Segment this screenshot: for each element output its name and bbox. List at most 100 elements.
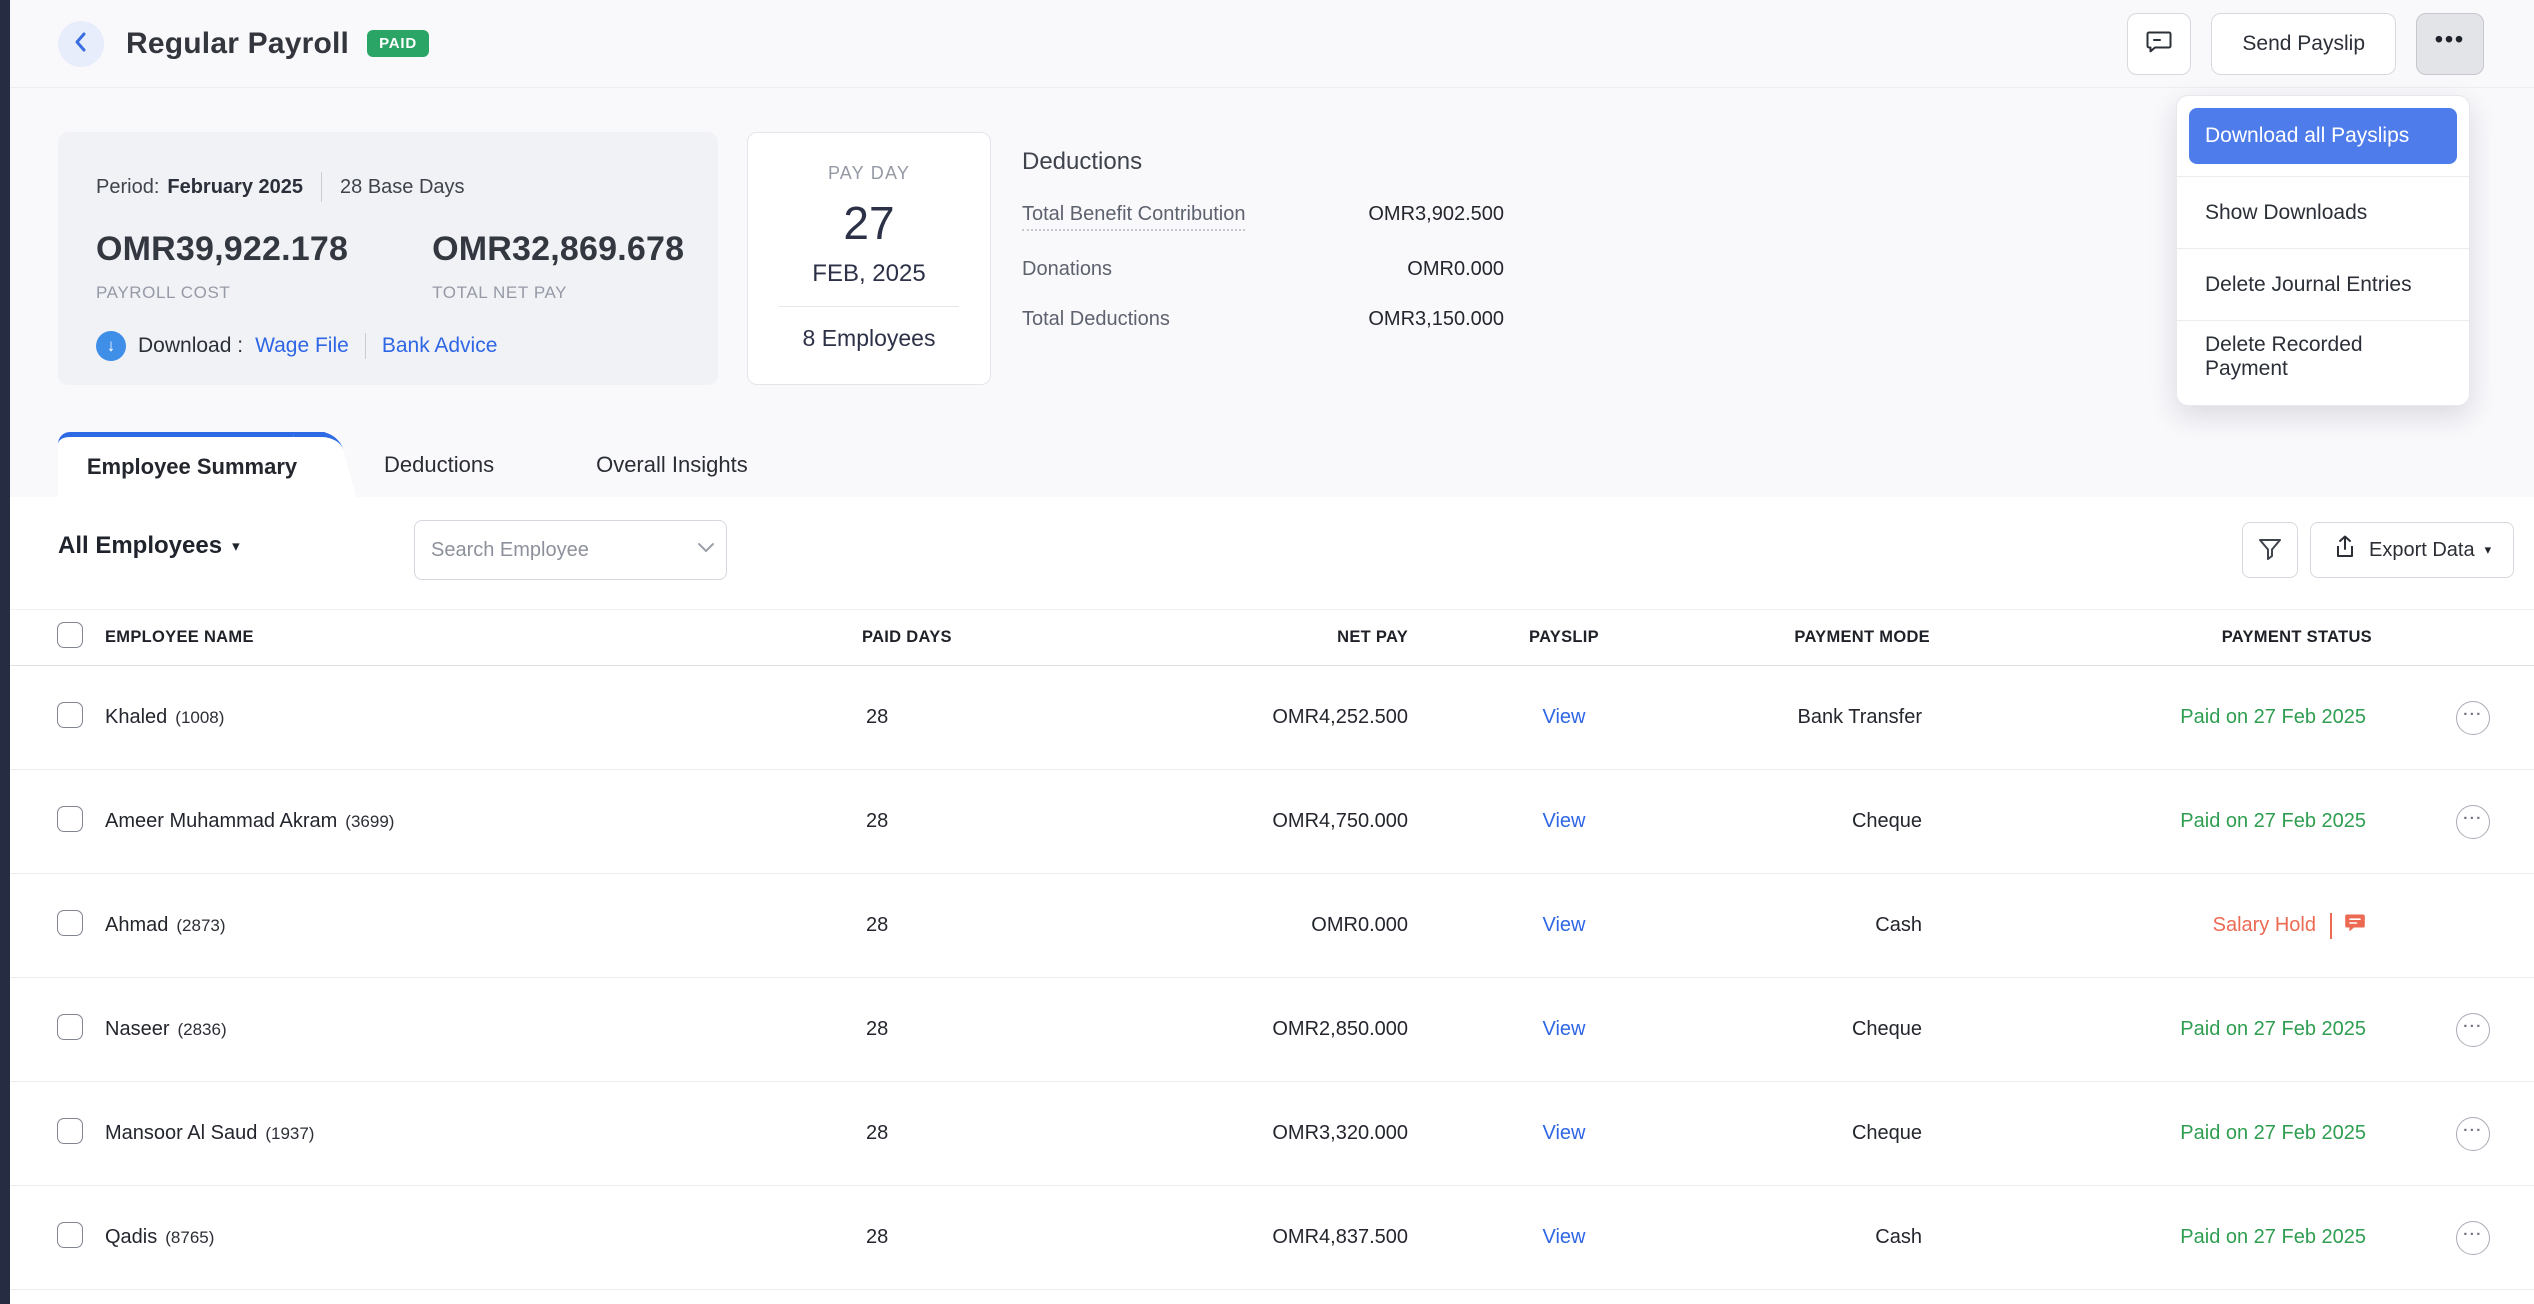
row-checkbox[interactable] xyxy=(57,1222,83,1248)
tab-overall-insights[interactable]: Overall Insights xyxy=(552,432,792,497)
period-row: Period: February 2025 28 Base Days xyxy=(96,172,680,202)
row-checkbox[interactable] xyxy=(57,1118,83,1144)
row-checkbox[interactable] xyxy=(57,1014,83,1040)
payday-label: PAY DAY xyxy=(828,163,910,184)
deduction-value: OMR0.000 xyxy=(1407,258,1504,281)
total-net-pay-value: OMR32,869.678 xyxy=(432,230,684,269)
payment-mode: Cheque xyxy=(1702,1122,1930,1145)
row-more-button[interactable]: ··· xyxy=(2456,1221,2490,1255)
paid-days: 28 xyxy=(862,1122,1010,1145)
filter-button[interactable] xyxy=(2242,522,2298,578)
comment-bubble-icon xyxy=(2145,27,2173,61)
net-pay: OMR3,320.000 xyxy=(1010,1122,1408,1145)
total-net-pay-label: TOTAL NET PAY xyxy=(432,283,684,303)
payroll-page: Regular Payroll PAID Send Payslip ••• Do… xyxy=(0,0,2534,1304)
table-toolbar: All Employees ▾ Export Data ▾ xyxy=(10,520,2534,580)
col-payment-mode: PAYMENT MODE xyxy=(1702,628,1930,647)
net-pay: OMR2,850.000 xyxy=(1010,1018,1408,1041)
send-payslip-button[interactable]: Send Payslip xyxy=(2211,13,2396,75)
employee-id: (3699) xyxy=(345,812,394,832)
search-input[interactable] xyxy=(431,539,696,562)
hold-comment-icon[interactable] xyxy=(2344,912,2366,940)
employee-count: 8 Employees xyxy=(803,325,936,352)
deduction-label: Total Benefit Contribution xyxy=(1022,203,1245,231)
base-days: 28 Base Days xyxy=(340,176,465,199)
employee-filter-dropdown[interactable]: All Employees ▾ xyxy=(58,532,240,560)
more-actions-menu: Download all Payslips Show Downloads Del… xyxy=(2176,95,2470,406)
row-more-button[interactable]: ··· xyxy=(2456,805,2490,839)
payday-day: 27 xyxy=(843,196,894,250)
page-title: Regular Payroll xyxy=(126,27,349,61)
net-pay: OMR4,252.500 xyxy=(1010,706,1408,729)
col-payslip: PAYSLIP xyxy=(1408,628,1702,647)
employee-name: Ahmad xyxy=(105,914,168,937)
divider xyxy=(321,172,322,202)
caret-down-icon: ▾ xyxy=(2485,542,2492,558)
period-value: February 2025 xyxy=(167,176,303,199)
table-header-row: EMPLOYEE NAME PAID DAYS NET PAY PAYSLIP … xyxy=(10,609,2534,666)
menu-item-show-downloads[interactable]: Show Downloads xyxy=(2177,177,2469,249)
view-payslip-link[interactable]: View xyxy=(1543,914,1586,936)
view-payslip-link[interactable]: View xyxy=(1543,810,1586,832)
ellipsis-icon: ··· xyxy=(2463,1226,2483,1243)
divider xyxy=(2330,913,2332,939)
employee-name: Ameer Muhammad Akram xyxy=(105,810,337,833)
payment-mode: Cheque xyxy=(1702,810,1930,833)
divider xyxy=(365,333,366,359)
paid-days: 28 xyxy=(862,1226,1010,1249)
row-checkbox[interactable] xyxy=(57,806,83,832)
tab-content: All Employees ▾ Export Data ▾ xyxy=(10,497,2534,1304)
payment-status-hold: Salary Hold xyxy=(2213,912,2366,940)
deduction-label: Total Deductions xyxy=(1022,308,1170,331)
paid-days: 28 xyxy=(862,706,1010,729)
tab-employee-summary[interactable]: Employee Summary xyxy=(58,432,326,497)
ellipsis-icon: ··· xyxy=(2463,706,2483,723)
wage-file-link[interactable]: Wage File xyxy=(255,334,349,358)
payroll-cost-label: PAYROLL COST xyxy=(96,283,348,303)
export-data-button[interactable]: Export Data ▾ xyxy=(2310,522,2514,578)
row-more-button[interactable]: ··· xyxy=(2456,701,2490,735)
view-payslip-link[interactable]: View xyxy=(1543,1226,1586,1248)
deductions-title: Deductions xyxy=(1022,148,1504,176)
payment-status: Paid on 27 Feb 2025 xyxy=(2180,1018,2366,1041)
table-row: Naseer(2836) 28 OMR2,850.000 View Cheque… xyxy=(10,978,2534,1082)
bank-advice-link[interactable]: Bank Advice xyxy=(382,334,498,358)
row-more-button[interactable]: ··· xyxy=(2456,1117,2490,1151)
tab-deductions[interactable]: Deductions xyxy=(340,432,538,497)
employee-table: EMPLOYEE NAME PAID DAYS NET PAY PAYSLIP … xyxy=(10,609,2534,1290)
menu-item-delete-journal-entries[interactable]: Delete Journal Entries xyxy=(2177,249,2469,321)
download-label: Download : xyxy=(138,334,243,358)
row-more-button[interactable]: ··· xyxy=(2456,1013,2490,1047)
payday-card: PAY DAY 27 FEB, 2025 8 Employees xyxy=(747,132,991,385)
employee-search-select[interactable] xyxy=(414,520,727,580)
chevron-down-icon xyxy=(696,541,716,559)
table-row: Ahmad(2873) 28 OMR0.000 View Cash Salary… xyxy=(10,874,2534,978)
ellipsis-icon: ··· xyxy=(2463,810,2483,827)
divider xyxy=(779,306,959,307)
col-net-pay: NET PAY xyxy=(1010,628,1408,647)
view-payslip-link[interactable]: View xyxy=(1543,706,1586,728)
ellipsis-icon: ··· xyxy=(2463,1018,2483,1035)
payment-status: Paid on 27 Feb 2025 xyxy=(2180,810,2366,833)
deductions-summary: Deductions Total Benefit Contribution OM… xyxy=(1022,148,1504,331)
col-paid-days: PAID DAYS xyxy=(862,628,1010,647)
back-button[interactable] xyxy=(58,21,104,67)
download-icon: ↓ xyxy=(96,331,126,361)
more-actions-button[interactable]: ••• xyxy=(2416,13,2484,75)
collapsed-sidebar-rail xyxy=(0,0,10,1304)
paid-days: 28 xyxy=(862,1018,1010,1041)
table-row: Qadis(8765) 28 OMR4,837.500 View Cash Pa… xyxy=(10,1186,2534,1290)
row-checkbox[interactable] xyxy=(57,702,83,728)
table-row: Mansoor Al Saud(1937) 28 OMR3,320.000 Vi… xyxy=(10,1082,2534,1186)
employee-name: Khaled xyxy=(105,706,167,729)
view-payslip-link[interactable]: View xyxy=(1543,1018,1586,1040)
menu-item-delete-recorded-payment[interactable]: Delete Recorded Payment xyxy=(2177,321,2469,393)
select-all-checkbox[interactable] xyxy=(57,622,83,648)
col-payment-status: PAYMENT STATUS xyxy=(1930,628,2372,647)
view-payslip-link[interactable]: View xyxy=(1543,1122,1586,1144)
col-employee-name: EMPLOYEE NAME xyxy=(105,628,862,647)
menu-item-download-all-payslips[interactable]: Download all Payslips xyxy=(2189,108,2457,164)
row-checkbox[interactable] xyxy=(57,910,83,936)
comments-button[interactable] xyxy=(2127,13,2191,75)
status-badge: PAID xyxy=(367,30,429,57)
